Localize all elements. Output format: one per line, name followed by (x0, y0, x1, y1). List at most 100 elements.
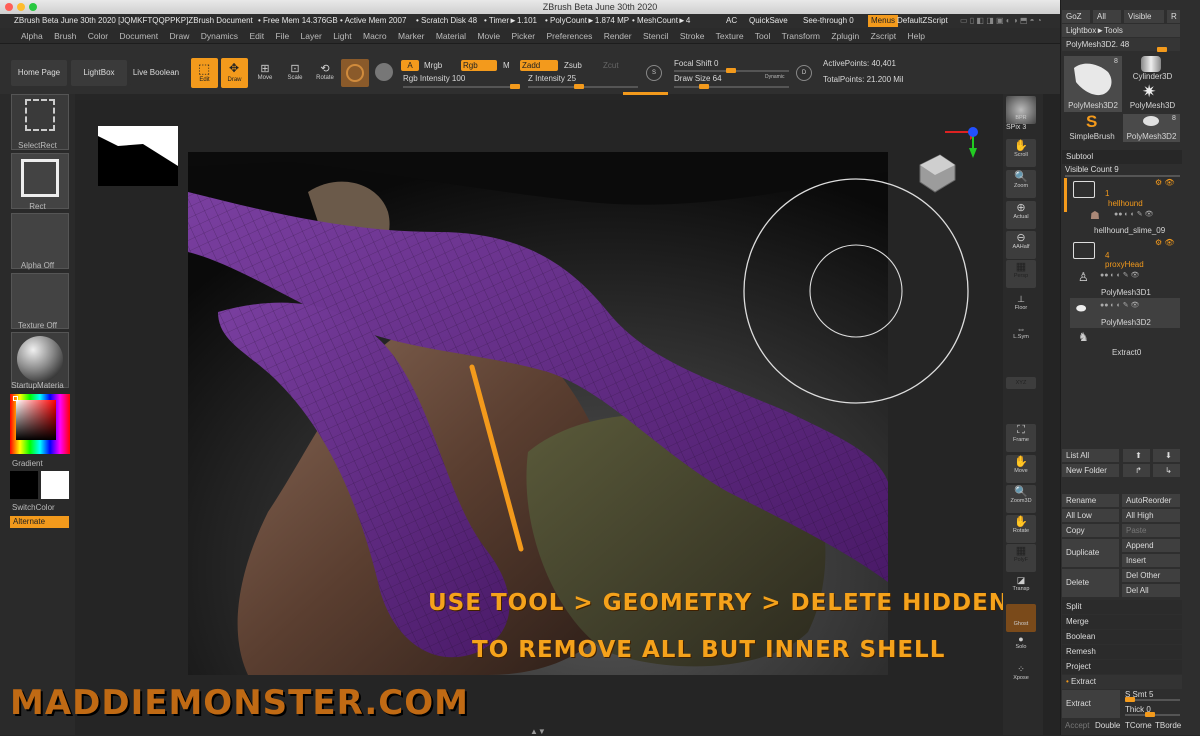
goz-button[interactable]: GoZ (1062, 10, 1090, 23)
bpr-button[interactable]: BPR (1006, 96, 1036, 124)
project-section[interactable]: Project (1062, 660, 1182, 674)
d-icon[interactable]: D (796, 65, 812, 81)
see-through-slider[interactable]: See-through 0 (803, 14, 854, 28)
primary-color-swatch[interactable] (41, 471, 69, 499)
polyf-button[interactable]: ▦ PolyF (1006, 544, 1036, 572)
menu-texture[interactable]: Texture (716, 31, 744, 41)
ghost-button[interactable]: Ghost (1006, 604, 1036, 632)
menu-brush[interactable]: Brush (54, 31, 76, 41)
edit-button[interactable]: ⬚ Edit (191, 58, 218, 88)
copy-button[interactable]: Copy (1062, 524, 1119, 537)
default-zscript-button[interactable]: DefaultZScript (897, 14, 948, 28)
subtool-row-hellhound-slime[interactable]: ☗ ●● ◐ ◐ ✎ 👁 hellhound_slime_09 (1090, 207, 1180, 235)
dynamic-button[interactable]: Dynamic (765, 74, 784, 80)
draw-size-slider[interactable] (674, 84, 789, 89)
del-all-button[interactable]: Del All (1122, 584, 1180, 597)
boolean-section[interactable]: Boolean (1062, 630, 1182, 644)
frame-button[interactable]: ⛶ Frame (1006, 424, 1036, 452)
transp-button[interactable]: ◪ Transp (1006, 575, 1036, 603)
live-boolean-button[interactable]: Live Boolean (130, 60, 182, 86)
floor-button[interactable]: ⊥ Floor (1006, 294, 1036, 322)
rotate-button[interactable]: ⟲ Rotate (313, 62, 337, 81)
lightbox-tools-button[interactable]: Lightbox►Tools (1062, 24, 1180, 37)
zoom-button[interactable]: 🔍 Zoom (1006, 170, 1036, 198)
menu-render[interactable]: Render (604, 31, 632, 41)
subtool-toggles[interactable]: ●● ◐ ◐ ✎ 👁 (1114, 210, 1153, 218)
s-icon[interactable]: S (646, 65, 662, 81)
navigation-thumbnail[interactable] (98, 126, 178, 186)
material-button[interactable] (11, 332, 69, 388)
visible-button[interactable]: Visible (1124, 10, 1164, 23)
r-button[interactable]: R (1167, 10, 1180, 23)
tool-thumb-cylinder3d[interactable]: Cylinder3D (1125, 56, 1180, 82)
menu-tool[interactable]: Tool (755, 31, 771, 41)
tool-thumb-polymesh3d2[interactable]: 8 PolyMesh3D2 (1064, 56, 1122, 112)
menu-layer[interactable]: Layer (301, 31, 322, 41)
move-down-folder-button[interactable]: ↳ (1153, 464, 1180, 477)
menu-macro[interactable]: Macro (363, 31, 387, 41)
tool-thumb-simplebrush[interactable]: S SimpleBrush (1064, 112, 1120, 142)
scroll-button[interactable]: ✋ Scroll (1006, 139, 1036, 167)
secondary-color-swatch[interactable] (10, 471, 38, 499)
subtool-row-polymesh3d1[interactable]: ♙ ●● ◐ ◐ ✎ 👁 PolyMesh3D1 (1070, 268, 1180, 298)
menu-help[interactable]: Help (908, 31, 925, 41)
tool-thumb-polymesh3d2-b[interactable]: 8 PolyMesh3D2 (1123, 114, 1180, 142)
menu-zscript[interactable]: Zscript (871, 31, 897, 41)
mrgb-button[interactable]: Mrgb (424, 61, 442, 70)
remesh-section[interactable]: Remesh (1062, 645, 1182, 659)
zsub-button[interactable]: Zsub (564, 61, 582, 70)
folder-settings-icon-2[interactable]: ⚙ 👁 (1155, 238, 1175, 247)
menu-stroke[interactable]: Stroke (680, 31, 705, 41)
texture-swatch-button[interactable] (375, 63, 393, 81)
zcut-button[interactable]: Zcut (603, 61, 619, 70)
menu-movie[interactable]: Movie (477, 31, 500, 41)
merge-section[interactable]: Merge (1062, 615, 1182, 629)
all-high-button[interactable]: All High (1122, 509, 1180, 522)
color-picker-square[interactable] (16, 400, 56, 440)
move-up-folder-button[interactable]: ↱ (1123, 464, 1150, 477)
minimize-window-button[interactable] (17, 3, 25, 11)
insert-button[interactable]: Insert (1122, 554, 1180, 567)
menu-edit[interactable]: Edit (249, 31, 264, 41)
home-page-button[interactable]: Home Page (11, 60, 67, 86)
orientation-gizmo[interactable] (915, 120, 985, 200)
m-button[interactable]: M (503, 61, 510, 70)
tray-divider[interactable] (1043, 94, 1060, 735)
tcorne-button[interactable]: TCorne (1125, 721, 1152, 730)
polymesh-slider[interactable]: PolyMesh3D2. 48 (1062, 38, 1180, 52)
spix-slider[interactable]: SPix 3 (1006, 124, 1026, 131)
delete-button[interactable]: Delete (1062, 569, 1119, 597)
move-down-button[interactable]: ⬇ (1153, 449, 1180, 462)
lsym-button[interactable]: ⇔ L.Sym (1006, 324, 1036, 352)
del-other-button[interactable]: Del Other (1122, 569, 1180, 582)
subtool-row-extract0[interactable]: ♞ Extract0 (1070, 328, 1180, 358)
double-button[interactable]: Double (1095, 721, 1120, 730)
menu-preferences[interactable]: Preferences (547, 31, 593, 41)
scale-button[interactable]: ⊡ Scale (283, 62, 307, 81)
subtool-header[interactable]: Subtool (1062, 150, 1182, 164)
xyz-button[interactable]: XYZ (1006, 377, 1036, 389)
z-intensity-slider[interactable] (528, 84, 638, 89)
auto-reorder-button[interactable]: AutoReorder (1122, 494, 1180, 507)
lightbox-button[interactable]: LightBox (71, 60, 127, 86)
menu-dynamics[interactable]: Dynamics (201, 31, 238, 41)
paste-button[interactable]: Paste (1122, 524, 1180, 537)
menu-transform[interactable]: Transform (782, 31, 820, 41)
rename-button[interactable]: Rename (1062, 494, 1119, 507)
draw-button[interactable]: ✥ Draw (221, 58, 248, 88)
tool-thumb-polymesh3d[interactable]: ✷ PolyMesh3D (1125, 82, 1180, 112)
folder-settings-icon[interactable]: ⚙ 👁 (1155, 178, 1175, 187)
menu-draw[interactable]: Draw (170, 31, 190, 41)
extract-section[interactable]: • Extract (1062, 675, 1182, 689)
menu-stencil[interactable]: Stencil (643, 31, 669, 41)
menu-light[interactable]: Light (333, 31, 351, 41)
actual-button[interactable]: ⊕ Actual (1006, 201, 1036, 229)
solo-button[interactable]: ● Solo (1006, 634, 1036, 662)
all-low-button[interactable]: All Low (1062, 509, 1119, 522)
accept-button[interactable]: Accept (1065, 721, 1089, 730)
all-button[interactable]: All (1093, 10, 1121, 23)
rotate-view-button[interactable]: ✋ Rotate (1006, 515, 1036, 543)
menu-document[interactable]: Document (119, 31, 158, 41)
close-window-button[interactable] (5, 3, 13, 11)
new-folder-button[interactable]: New Folder (1062, 464, 1119, 477)
